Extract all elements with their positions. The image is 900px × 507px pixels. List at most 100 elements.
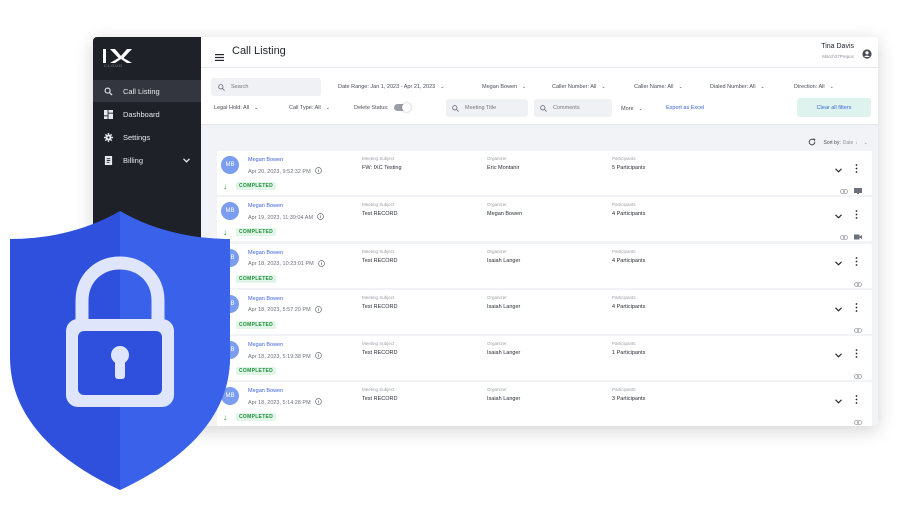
info-icon[interactable] [314,167,322,176]
search-icon [452,99,459,117]
dialed-number-filter[interactable]: Dialed Number: All ⌄ [710,84,765,90]
call-row[interactable]: MB Megan Bowen Apr 18, 2023, 10:23:01 PM… [217,243,872,288]
link-icon[interactable] [854,412,862,426]
call-row[interactable]: MB Megan Bowen Apr 18, 2023, 5:57:20 PM … [217,289,872,334]
caller-name[interactable]: Megan Bowen [248,342,283,348]
more-options-icon[interactable] [855,345,858,363]
organizer-name: Isaiah Langer [487,396,521,403]
link-icon[interactable] [840,181,848,199]
more-options-icon[interactable] [855,391,858,409]
status-badge: COMPLETED [236,228,277,237]
meeting-title-box[interactable] [446,99,528,117]
more-options-icon[interactable] [855,299,858,317]
comments-input[interactable] [553,105,609,111]
logo-subtext: CLOUD [104,63,124,68]
participants-count[interactable]: 1 Participants [612,350,645,356]
chevron-down-icon[interactable] [835,345,842,363]
date-range-filter[interactable]: Date Range: Jan 1, 2023 - Apr 21, 2023 ⌄ [338,84,444,90]
meeting-title-input[interactable] [465,105,525,111]
caller-name-filter[interactable]: Caller Name: All ⌄ [634,84,683,90]
incoming-arrow-icon: ↓ [223,182,227,191]
participants-count[interactable]: 4 Participants [612,211,645,217]
video-icon[interactable] [854,227,862,245]
chevron-down-icon[interactable] [835,206,842,224]
call-row[interactable]: MB Megan Bowen Apr 19, 2023, 11:39:04 AM… [217,197,872,242]
call-date-text: Apr 18, 2023, 5:14:28 PM [248,399,311,406]
more-options-icon[interactable] [855,160,858,178]
info-icon[interactable] [317,213,324,222]
more-filters-button[interactable]: More ⌄ [621,106,643,112]
dashboard-icon [104,109,113,119]
chevron-down-icon[interactable] [835,299,842,317]
info-icon[interactable] [317,259,325,269]
shield-lock-illustration [10,211,230,490]
avatar: MB [221,156,239,174]
user-filter[interactable]: Megan Bowen ⌄ [482,84,526,90]
clear-filters-button[interactable]: Clear all filters [797,98,871,117]
chevron-down-icon: ⌄ [601,84,606,90]
chevron-down-icon[interactable]: ⌄ [864,140,868,146]
subject-label: Meeting Subject [362,202,395,208]
more-options-icon[interactable] [855,206,858,224]
legal-hold-label: Legal Hold: All [214,105,250,111]
caller-number-filter[interactable]: Caller Number: All ⌄ [552,84,606,90]
refresh-icon[interactable] [808,138,816,148]
delete-status-filter[interactable]: Delete Status: [354,103,411,112]
comments-box[interactable] [534,99,612,117]
header: Call Listing Tina Davis March27Prepoc [201,37,878,68]
chevron-down-icon[interactable] [835,253,842,271]
legal-hold-filter[interactable]: Legal Hold: All ⌄ [214,105,258,111]
media-icons [854,366,862,384]
link-icon[interactable] [854,320,862,338]
info-icon[interactable] [314,352,322,361]
transcript-icon[interactable] [854,181,862,199]
delete-status-toggle[interactable] [393,103,411,112]
organizer-name: Isaiah Langer [487,303,521,310]
participants-label: Participants [612,294,636,300]
direction-filter[interactable]: Direction: All ⌄ [794,84,834,90]
menu-icon[interactable] [215,48,224,66]
sort-value[interactable]: Date [843,140,854,146]
participants-count[interactable]: 4 Participants [612,304,645,310]
search-box[interactable] [211,78,321,96]
search-input[interactable] [231,84,311,90]
search-icon [218,78,225,96]
participants-count[interactable]: 4 Participants [612,258,645,264]
call-row[interactable]: MB Megan Bowen Apr 18, 2023, 5:19:38 PM … [217,336,872,381]
caller-name[interactable]: Megan Bowen [248,296,283,302]
sort-direction-icon[interactable]: ↓ [855,140,858,146]
participants-label: Participants [612,248,636,254]
participants-label: Participants [612,341,636,347]
sidebar-item-call-listing[interactable]: Call Listing [93,80,201,102]
sidebar-item-billing[interactable]: Billing [93,149,201,171]
caller-name[interactable]: Megan Bowen [248,250,283,256]
link-icon[interactable] [854,366,862,384]
chevron-down-icon: ⌄ [440,84,445,90]
chevron-down-icon[interactable] [183,156,190,165]
sidebar-item-dashboard[interactable]: Dashboard [93,103,201,125]
chevron-down-icon[interactable] [835,391,842,409]
chevron-down-icon[interactable] [835,160,842,178]
sidebar-item-settings[interactable]: Settings [93,126,201,148]
call-row[interactable]: MB Megan Bowen Apr 20, 2023, 9:52:32 PM … [217,151,872,195]
phone-icon [104,87,113,96]
more-options-icon[interactable] [855,253,858,271]
call-date: Apr 18, 2023, 5:19:38 PM [248,352,322,361]
caller-name[interactable]: Megan Bowen [248,388,283,394]
caller-name[interactable]: Megan Bowen [248,203,283,209]
export-excel-link[interactable]: Export as Excel [666,105,704,111]
participants-count[interactable]: 3 Participants [612,396,645,402]
media-icons [840,181,862,199]
user-avatar-icon[interactable] [862,46,872,64]
link-icon[interactable] [840,227,848,245]
info-icon[interactable] [314,306,322,315]
status-badge: COMPLETED [236,413,277,422]
call-row[interactable]: MB Megan Bowen Apr 18, 2023, 5:14:28 PM … [217,382,872,426]
caller-name[interactable]: Megan Bowen [248,157,283,163]
participants-count[interactable]: 5 Participants [612,165,645,171]
call-type-filter[interactable]: Call Type: All ⌄ [289,105,330,111]
sidebar-item-label: Call Listing [123,86,160,96]
info-icon[interactable] [314,398,322,407]
link-icon[interactable] [854,274,862,292]
delete-status-label: Delete Status: [354,104,389,111]
